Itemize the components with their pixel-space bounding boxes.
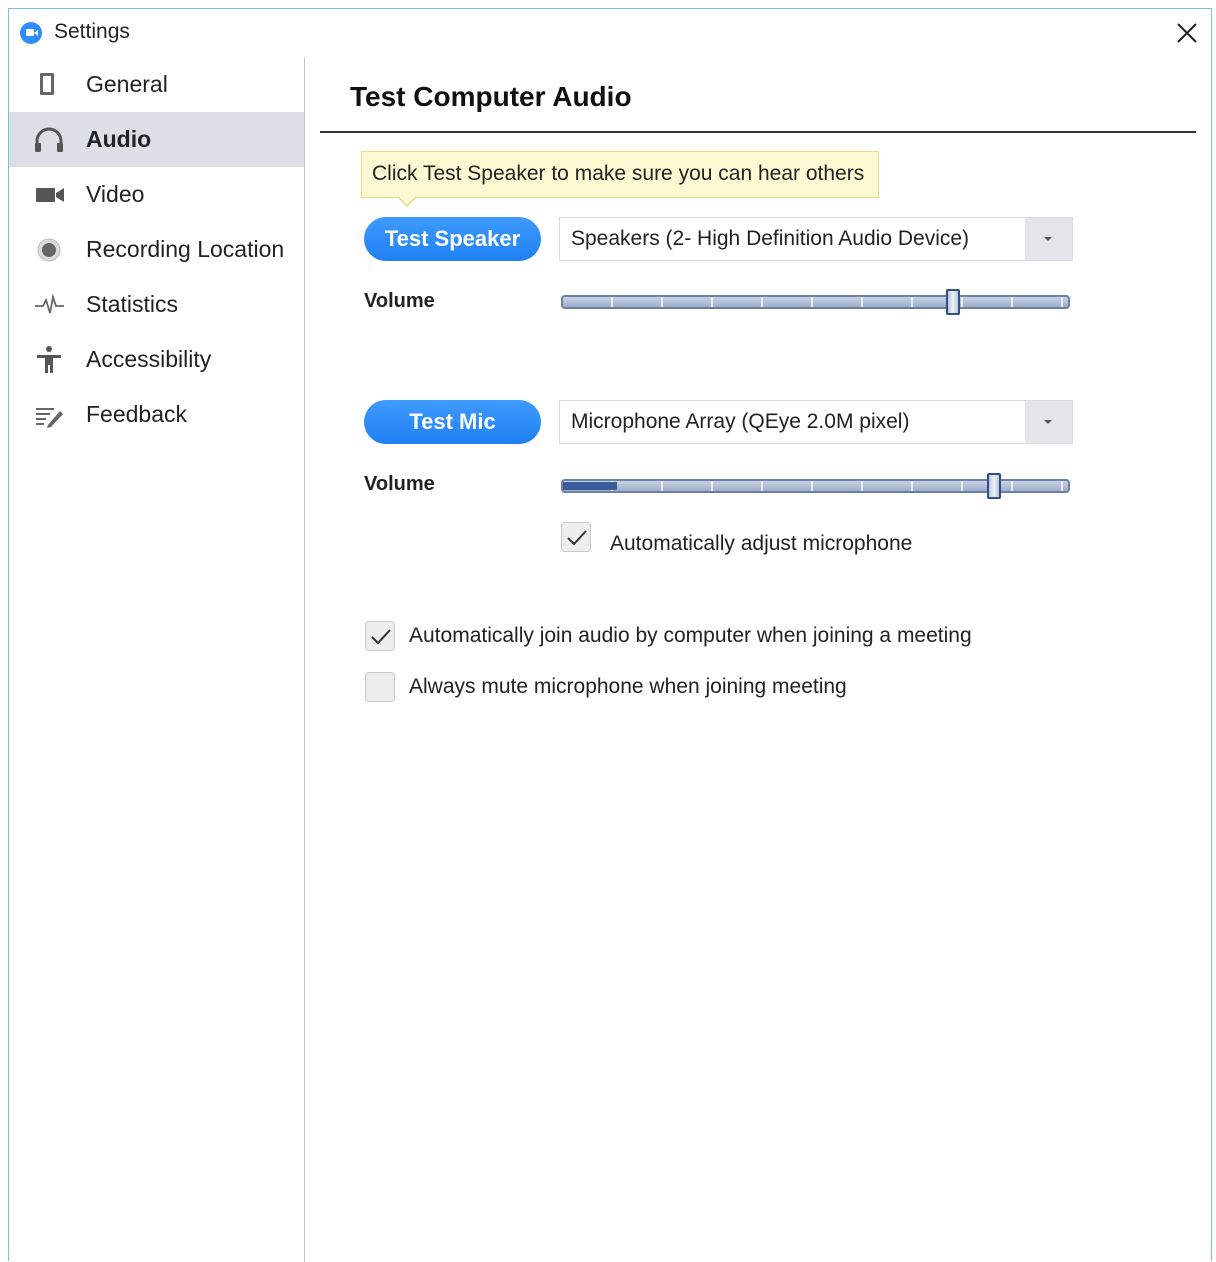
auto-adjust-mic-checkbox[interactable] — [561, 522, 591, 552]
auto-join-audio-checkbox[interactable] — [365, 621, 395, 651]
sidebar-item-label: Statistics — [86, 291, 179, 317]
sidebar: General Audio Video Recording Location S… — [9, 57, 305, 1262]
mic-volume-slider[interactable] — [561, 473, 1070, 499]
dropdown-button[interactable] — [1025, 218, 1072, 260]
always-mute-mic-label: Always mute microphone when joining meet… — [409, 675, 847, 698]
speaker-device-value: Speakers (2- High Definition Audio Devic… — [571, 227, 970, 250]
audio-settings-panel: Test Computer Audio Click Test Speaker t… — [306, 57, 1211, 1261]
pulse-icon — [34, 291, 66, 319]
settings-window: Settings General Audio Video Recording L… — [8, 8, 1212, 1262]
checkmark-icon — [567, 530, 587, 546]
always-mute-mic-checkbox[interactable] — [365, 672, 395, 702]
test-speaker-tooltip: Click Test Speaker to make sure you can … — [361, 151, 879, 207]
title-bar: Settings — [9, 9, 1211, 57]
accessibility-icon — [34, 346, 66, 374]
chevron-down-icon — [1044, 237, 1052, 241]
sidebar-item-label: General — [86, 71, 168, 97]
window-title: Settings — [54, 20, 130, 43]
speaker-volume-label: Volume — [364, 290, 435, 312]
title-divider — [320, 131, 1196, 133]
mic-device-select[interactable]: Microphone Array (QEye 2.0M pixel) — [559, 400, 1073, 444]
sidebar-item-label: Video — [86, 181, 145, 207]
mic-volume-label: Volume — [364, 473, 435, 495]
page-title: Test Computer Audio — [350, 81, 632, 112]
sidebar-item-label: Recording Location — [86, 236, 285, 262]
sidebar-item-general[interactable]: General — [9, 57, 304, 112]
test-mic-button[interactable]: Test Mic — [364, 400, 541, 444]
sidebar-item-video[interactable]: Video — [9, 167, 304, 222]
mic-device-value: Microphone Array (QEye 2.0M pixel) — [571, 410, 910, 433]
auto-join-audio-label: Automatically join audio by computer whe… — [409, 624, 972, 647]
sidebar-item-recording-location[interactable]: Recording Location — [9, 222, 304, 277]
sidebar-item-label: Feedback — [86, 401, 188, 427]
tooltip-pointer — [397, 196, 417, 207]
sidebar-item-feedback[interactable]: Feedback — [9, 387, 304, 442]
sidebar-item-label: Accessibility — [86, 346, 212, 372]
sidebar-item-statistics[interactable]: Statistics — [9, 277, 304, 332]
sidebar-item-label: Audio — [86, 126, 152, 152]
slider-thumb[interactable] — [986, 473, 1001, 499]
slider-ticks — [563, 297, 1068, 307]
speaker-device-select[interactable]: Speakers (2- High Definition Audio Devic… — [559, 217, 1073, 261]
test-speaker-button[interactable]: Test Speaker — [364, 217, 541, 261]
checkmark-icon — [371, 629, 391, 645]
headphones-icon — [34, 126, 66, 154]
speaker-volume-slider[interactable] — [561, 289, 1070, 315]
video-camera-icon — [34, 181, 66, 209]
slider-thumb[interactable] — [945, 289, 960, 315]
dropdown-button[interactable] — [1025, 401, 1072, 443]
tooltip-text: Click Test Speaker to make sure you can … — [372, 162, 865, 185]
mic-input-level — [563, 482, 617, 490]
close-button[interactable] — [1173, 19, 1201, 47]
chevron-down-icon — [1044, 420, 1052, 424]
auto-adjust-mic-label: Automatically adjust microphone — [610, 532, 913, 555]
record-icon — [34, 236, 66, 264]
tablet-icon — [34, 71, 66, 99]
sidebar-item-accessibility[interactable]: Accessibility — [9, 332, 304, 387]
sidebar-item-audio[interactable]: Audio — [9, 112, 304, 167]
close-icon — [1177, 23, 1197, 43]
feedback-icon — [34, 401, 66, 429]
zoom-logo-icon — [20, 22, 42, 44]
